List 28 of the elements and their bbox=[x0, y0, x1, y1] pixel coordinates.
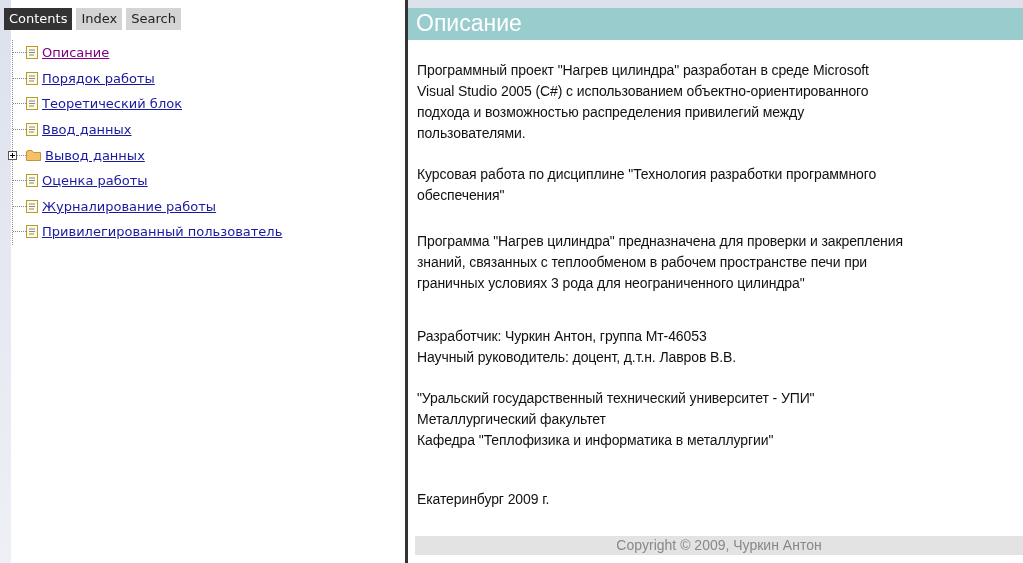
tab[interactable]: Index bbox=[76, 8, 123, 30]
contents-link[interactable]: Порядок работы bbox=[42, 70, 155, 86]
contents-link[interactable]: Описание bbox=[42, 45, 110, 61]
contents-link[interactable]: Привилегированный пользователь bbox=[42, 224, 283, 240]
document-icon bbox=[26, 174, 38, 188]
paragraph: "Уральский государственный технический университет - УПИ" Металлургический факультет Кафедра "Теплофизика и информатика в металлургии" bbox=[417, 389, 816, 450]
tab[interactable]: Contents bbox=[4, 8, 73, 30]
contents-link[interactable]: Оценка работы bbox=[42, 173, 148, 189]
document-icon bbox=[26, 97, 38, 111]
expand-icon[interactable] bbox=[8, 150, 17, 160]
paragraph: Разработчик: Чуркин Антон, группа Мт-46053 Научный руководитель: доцент, д.т.н. Лавров В.В. bbox=[417, 327, 738, 367]
folder-icon bbox=[26, 149, 41, 162]
document-icon bbox=[26, 123, 38, 137]
document-icon bbox=[26, 225, 38, 239]
paragraph: Программа "Нагрев цилиндра" предназначена для проверки и закрепления знаний, связанных с теплообменом в рабочем пространстве печи при граничных условиях 3 рода для неограниченного цилиндра" bbox=[417, 232, 904, 293]
document-icon bbox=[26, 71, 38, 85]
paragraph: Екатеринбург 2009 г. bbox=[417, 490, 551, 509]
paragraph: Программный проект "Нагрев цилиндра" разработан в среде Microsoft Visual Studio 2005 (C#) с использованием объектно-ориентированного подхода и возможностью распределения привилегий между пользователями. bbox=[417, 61, 870, 143]
document-icon bbox=[26, 199, 38, 213]
copyright-footer: Copyright © 2009, Чуркин Антон bbox=[415, 536, 1023, 555]
document-icon bbox=[26, 46, 38, 60]
paragraph: Курсовая работа по дисциплине "Технология разработки программного обеспечения" bbox=[417, 165, 878, 205]
contents-link[interactable]: Вывод данных bbox=[45, 147, 145, 163]
contents-link[interactable]: Журналирование работы bbox=[42, 198, 217, 214]
contents-link[interactable]: Теоретический блок bbox=[42, 96, 182, 112]
contents-link[interactable]: Ввод данных bbox=[42, 122, 132, 138]
page-title: Описание bbox=[408, 8, 1023, 40]
tab[interactable]: Search bbox=[126, 8, 181, 30]
